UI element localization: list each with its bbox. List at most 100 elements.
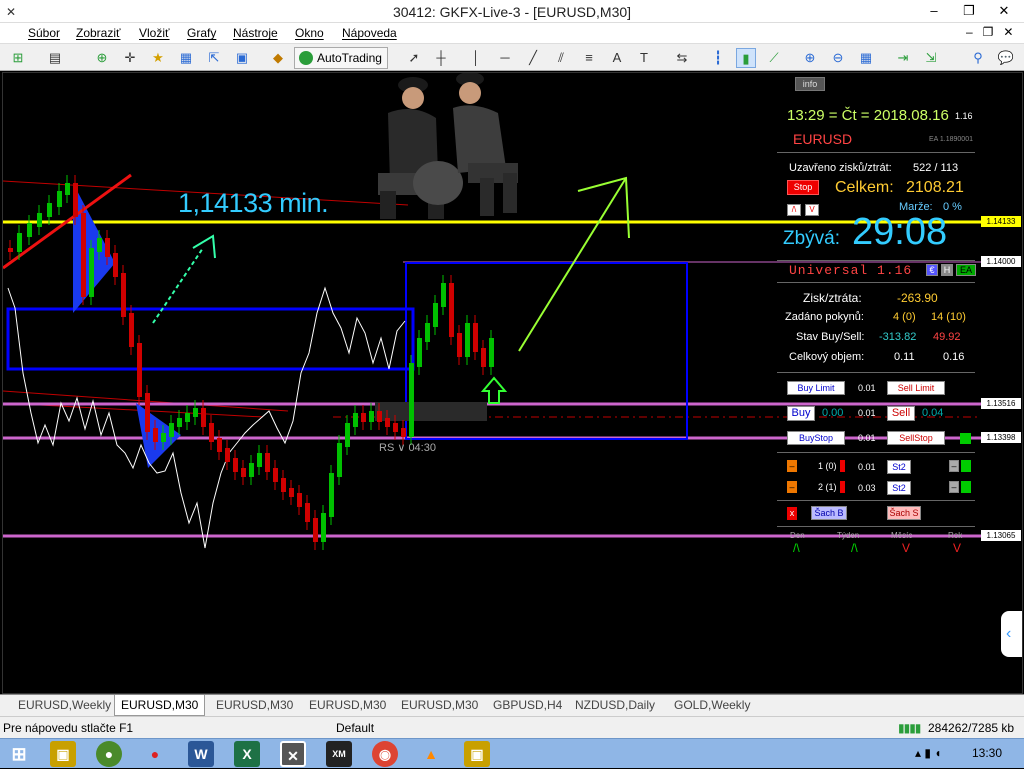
- tab-eurusd-m30-4[interactable]: EURUSD,M30: [401, 698, 478, 712]
- candle-body: [321, 513, 326, 542]
- tab-eurusd-m30-3[interactable]: EURUSD,M30: [309, 698, 386, 712]
- restore-button[interactable]: ❐: [956, 2, 982, 20]
- buy-stop-button[interactable]: BuyStop: [787, 431, 845, 445]
- app-dots-icon[interactable]: ●: [142, 741, 168, 767]
- mdi-buttons[interactable]: – ❐ ✕: [966, 25, 1014, 39]
- chart-shift-icon[interactable]: ⇥: [893, 48, 913, 68]
- excel-icon[interactable]: X: [234, 741, 260, 767]
- candle-body: [265, 453, 270, 472]
- market-watch-icon[interactable]: ⊕: [92, 48, 112, 68]
- autotrading-button[interactable]: AutoTrading: [294, 47, 388, 69]
- tester-icon[interactable]: ⇱: [204, 48, 224, 68]
- tab-eurusd-m30-active[interactable]: EURUSD,M30: [114, 695, 206, 716]
- new-order-icon[interactable]: ◆: [268, 48, 288, 68]
- text-icon[interactable]: A: [607, 48, 627, 68]
- h-button[interactable]: H: [941, 264, 953, 276]
- menu-tools[interactable]: Nástroje: [233, 26, 278, 40]
- buy-limit-button[interactable]: Buy Limit: [787, 381, 845, 395]
- buy-button[interactable]: Buy: [787, 406, 815, 421]
- channel-icon[interactable]: ⫽: [551, 48, 571, 68]
- period-day: Den: [790, 531, 805, 540]
- sell-limit-button[interactable]: Sell Limit: [887, 381, 945, 395]
- row1-minus-icon[interactable]: –: [787, 460, 797, 472]
- arrows-icon[interactable]: ⇆: [672, 48, 692, 68]
- start-button-icon[interactable]: ⊞: [6, 741, 32, 767]
- cursor-icon[interactable]: ➚: [404, 48, 424, 68]
- metatrader-icon[interactable]: ✕: [280, 741, 306, 767]
- options-icon[interactable]: ▣: [232, 48, 252, 68]
- candle-body: [313, 518, 318, 542]
- ea-code: EA 1.1890001: [929, 136, 973, 143]
- trendline-icon[interactable]: ╱: [523, 48, 543, 68]
- menu-charts[interactable]: Grafy: [187, 26, 216, 40]
- close-all-button[interactable]: x: [787, 507, 797, 520]
- search-icon[interactable]: ⚲: [968, 48, 988, 68]
- menu-file[interactable]: Súbor: [28, 26, 60, 40]
- sach-s-button[interactable]: Šach S: [887, 506, 921, 520]
- side-panel-toggle-icon[interactable]: ‹: [1001, 611, 1022, 657]
- crosshair-icon[interactable]: ┼: [431, 48, 451, 68]
- terminal-icon[interactable]: ▦: [176, 48, 196, 68]
- chart-down-icon[interactable]: V: [805, 204, 819, 216]
- chrome-icon[interactable]: ◉: [372, 741, 398, 767]
- row2-label: 2 (1): [818, 482, 837, 492]
- period-week-arrow: /\: [851, 541, 858, 555]
- autoscroll-icon[interactable]: ⇲: [921, 48, 941, 68]
- zoom-out-icon[interactable]: ⊖: [828, 48, 848, 68]
- bar-chart-icon[interactable]: ┇: [708, 48, 728, 68]
- ea-button[interactable]: EA: [956, 264, 976, 276]
- candle-body: [97, 238, 102, 252]
- row1-st2-button[interactable]: St2: [887, 460, 911, 474]
- period-year-arrow: V: [953, 541, 962, 555]
- row1-lot: 0.01: [858, 462, 876, 472]
- data-window-icon[interactable]: ✛: [120, 48, 140, 68]
- row2-minus-icon[interactable]: –: [787, 481, 797, 493]
- chart-app-icon[interactable]: ▣: [464, 741, 490, 767]
- tab-gbpusd-h4[interactable]: GBPUSD,H4: [493, 698, 562, 712]
- sell-stop-button[interactable]: SellStop: [887, 431, 945, 445]
- line-chart-icon[interactable]: ⟋: [764, 48, 784, 68]
- minimize-button[interactable]: –: [921, 2, 947, 20]
- chat-icon[interactable]: 💬: [996, 48, 1016, 68]
- menu-insert[interactable]: Vložiť: [139, 26, 170, 40]
- tab-gold-weekly[interactable]: GOLD,Weekly: [674, 698, 750, 712]
- tab-nzdusd-daily[interactable]: NZDUSD,Daily: [575, 698, 655, 712]
- menu-view[interactable]: Zobraziť: [76, 26, 121, 40]
- browser-icon[interactable]: ●: [96, 741, 122, 767]
- tab-eurusd-m30-2[interactable]: EURUSD,M30: [216, 698, 293, 712]
- word-icon[interactable]: W: [188, 741, 214, 767]
- text-label-icon[interactable]: T: [634, 48, 654, 68]
- menu-window[interactable]: Okno: [295, 26, 324, 40]
- state-buy: -313.82: [879, 331, 917, 343]
- chart-up-icon[interactable]: /\: [787, 204, 801, 216]
- chart-window[interactable]: 1,14133 min. RS ∨ 04:30 1.14133 1.14000 …: [2, 72, 1023, 694]
- row2-close-icon[interactable]: –: [949, 481, 959, 493]
- row1-close-icon[interactable]: –: [949, 460, 959, 472]
- tab-eurusd-weekly[interactable]: EURUSD,Weekly: [18, 698, 111, 712]
- explorer-icon[interactable]: ▣: [50, 741, 76, 767]
- sach-b-button[interactable]: Šach B: [811, 506, 847, 520]
- profiles-icon[interactable]: ▤: [45, 48, 65, 68]
- candlestick-icon[interactable]: ▮: [736, 48, 756, 68]
- new-chart-icon[interactable]: ⊞: [8, 48, 28, 68]
- tray-icons[interactable]: ▴ ▮ ◖: [915, 746, 942, 760]
- xm-icon[interactable]: XM: [326, 741, 352, 767]
- vlc-icon[interactable]: ▲: [418, 741, 444, 767]
- stop-button[interactable]: Stop: [787, 180, 819, 195]
- row2-st2-button[interactable]: St2: [887, 481, 911, 495]
- row2-lot: 0.03: [858, 483, 876, 493]
- status-help: Pre nápovedu stlačte F1: [3, 721, 134, 735]
- navigator-icon[interactable]: ★: [148, 48, 168, 68]
- info-button[interactable]: info: [795, 77, 825, 91]
- horizontal-line-icon[interactable]: ─: [495, 48, 515, 68]
- vertical-line-icon[interactable]: │: [466, 48, 486, 68]
- zoom-in-icon[interactable]: ⊕: [800, 48, 820, 68]
- menu-help[interactable]: Nápoveda: [342, 26, 397, 40]
- tile-windows-icon[interactable]: ▦: [856, 48, 876, 68]
- close-button[interactable]: ✕: [991, 2, 1017, 20]
- sell-button[interactable]: Sell: [887, 406, 915, 421]
- fibonacci-icon[interactable]: ≡: [579, 48, 599, 68]
- euro-button[interactable]: €: [926, 264, 938, 276]
- candle-body: [489, 338, 494, 367]
- candle-body: [337, 443, 342, 477]
